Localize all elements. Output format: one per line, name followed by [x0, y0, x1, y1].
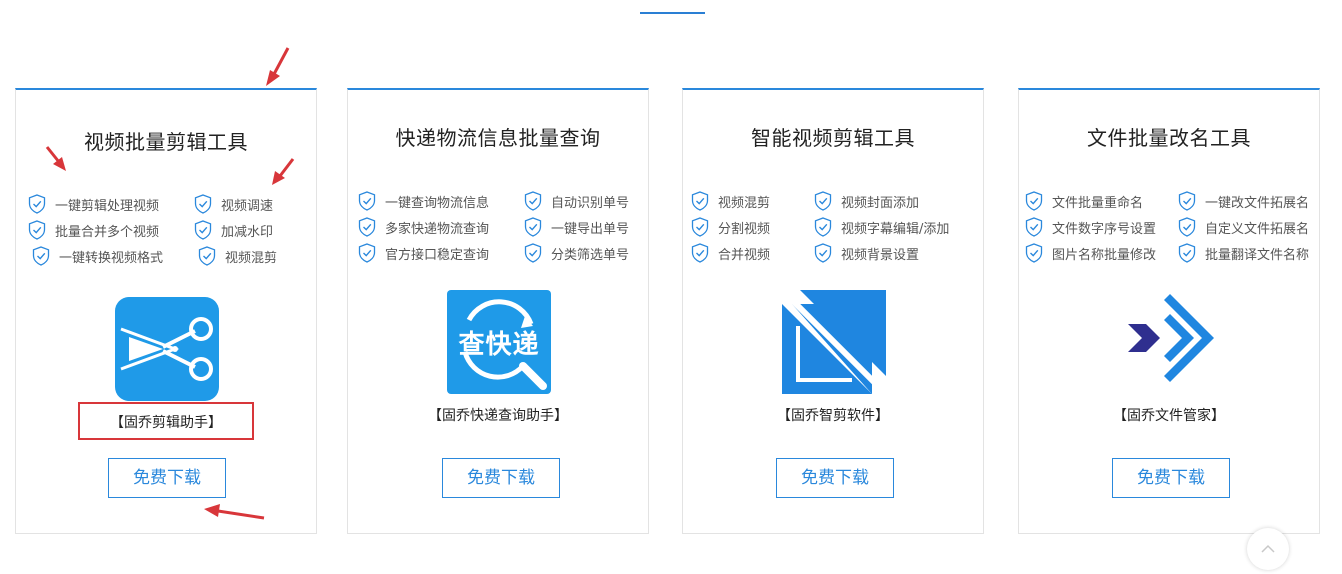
feature-item: 图片名称批量修改 — [1025, 242, 1156, 264]
card-title: 智能视频剪辑工具 — [751, 126, 915, 150]
annotation-arrow — [266, 47, 290, 86]
feature-item: 加减水印 — [194, 219, 273, 241]
download-button[interactable]: 免费下载 — [442, 458, 560, 498]
card-title: 快递物流信息批量查询 — [395, 126, 601, 150]
shield-check-icon — [1178, 191, 1196, 211]
feature-item: 分类筛选单号 — [524, 242, 629, 264]
shield-check-icon — [524, 191, 542, 211]
shield-check-icon — [1178, 243, 1196, 263]
feature-item: 合并视频 — [691, 242, 770, 264]
chevron-up-icon — [1261, 544, 1275, 553]
feature-item: 文件批量重命名 — [1025, 190, 1143, 212]
shield-check-icon — [1178, 217, 1196, 237]
express-search-icon: 查快递 — [447, 290, 551, 394]
shield-check-icon — [1025, 191, 1043, 211]
shield-check-icon — [358, 243, 376, 263]
shield-check-icon — [1025, 217, 1043, 237]
shield-check-icon — [194, 194, 212, 214]
shield-check-icon — [1025, 243, 1043, 263]
feature-item: 批量合并多个视频 — [28, 219, 159, 241]
product-name: 【固乔文件管家】 — [1113, 408, 1225, 424]
shield-check-icon — [814, 243, 832, 263]
feature-item: 自定义文件拓展名 — [1178, 216, 1309, 238]
scissors-icon — [115, 297, 219, 401]
section-title-underline — [640, 12, 705, 14]
feature-item: 视频混剪 — [198, 245, 277, 267]
shield-check-icon — [194, 220, 212, 240]
feature-item: 一键改文件拓展名 — [1178, 190, 1309, 212]
annotation-arrow — [272, 158, 295, 185]
shield-check-icon — [524, 217, 542, 237]
logo-text: 查快递 — [458, 330, 540, 360]
shield-check-icon — [691, 243, 709, 263]
shield-check-icon — [358, 217, 376, 237]
shield-check-icon — [524, 243, 542, 263]
annotation-arrow — [45, 146, 66, 171]
feature-item: 官方接口稳定查询 — [358, 242, 489, 264]
feature-item: 一键转换视频格式 — [32, 245, 163, 267]
feature-item: 视频混剪 — [691, 190, 770, 212]
shield-check-icon — [358, 191, 376, 211]
shield-check-icon — [28, 220, 46, 240]
shield-check-icon — [198, 246, 216, 266]
download-button[interactable]: 免费下载 — [776, 458, 894, 498]
shield-check-icon — [28, 194, 46, 214]
back-to-top-button[interactable] — [1247, 528, 1289, 570]
product-card-smart-video-edit: 智能视频剪辑工具 视频混剪 视频封面添加 分割视频 视频字幕编辑/添加 合并视频… — [682, 88, 984, 534]
feature-item: 视频调速 — [194, 193, 273, 215]
download-button[interactable]: 免费下载 — [108, 458, 226, 498]
feature-item: 分割视频 — [691, 216, 770, 238]
shield-check-icon — [691, 191, 709, 211]
annotation-highlight-box — [78, 402, 254, 440]
feature-item: 多家快递物流查询 — [358, 216, 489, 238]
smart-cut-icon — [782, 290, 886, 394]
product-card-file-rename: 文件批量改名工具 文件批量重命名 一键改文件拓展名 文件数字序号设置 自定义文件… — [1018, 88, 1320, 534]
card-title: 文件批量改名工具 — [1087, 126, 1251, 150]
product-name: 【固乔智剪软件】 — [777, 408, 889, 424]
shield-check-icon — [814, 217, 832, 237]
feature-item: 批量翻译文件名称 — [1178, 242, 1309, 264]
feature-item: 视频背景设置 — [814, 242, 919, 264]
download-button[interactable]: 免费下载 — [1112, 458, 1230, 498]
product-card-express-query: 快递物流信息批量查询 一键查询物流信息 自动识别单号 多家快递物流查询 一键导出… — [347, 88, 649, 534]
feature-item: 视频封面添加 — [814, 190, 919, 212]
shield-check-icon — [814, 191, 832, 211]
annotation-arrow — [204, 504, 265, 520]
feature-item: 视频字幕编辑/添加 — [814, 216, 949, 238]
shield-check-icon — [32, 246, 50, 266]
feature-item: 一键剪辑处理视频 — [28, 193, 159, 215]
feature-item: 自动识别单号 — [524, 190, 629, 212]
feature-item: 文件数字序号设置 — [1025, 216, 1156, 238]
file-manager-icon — [1128, 294, 1214, 382]
shield-check-icon — [691, 217, 709, 237]
product-name: 【固乔快递查询助手】 — [428, 408, 568, 424]
feature-item: 一键导出单号 — [524, 216, 629, 238]
feature-item: 一键查询物流信息 — [358, 190, 489, 212]
